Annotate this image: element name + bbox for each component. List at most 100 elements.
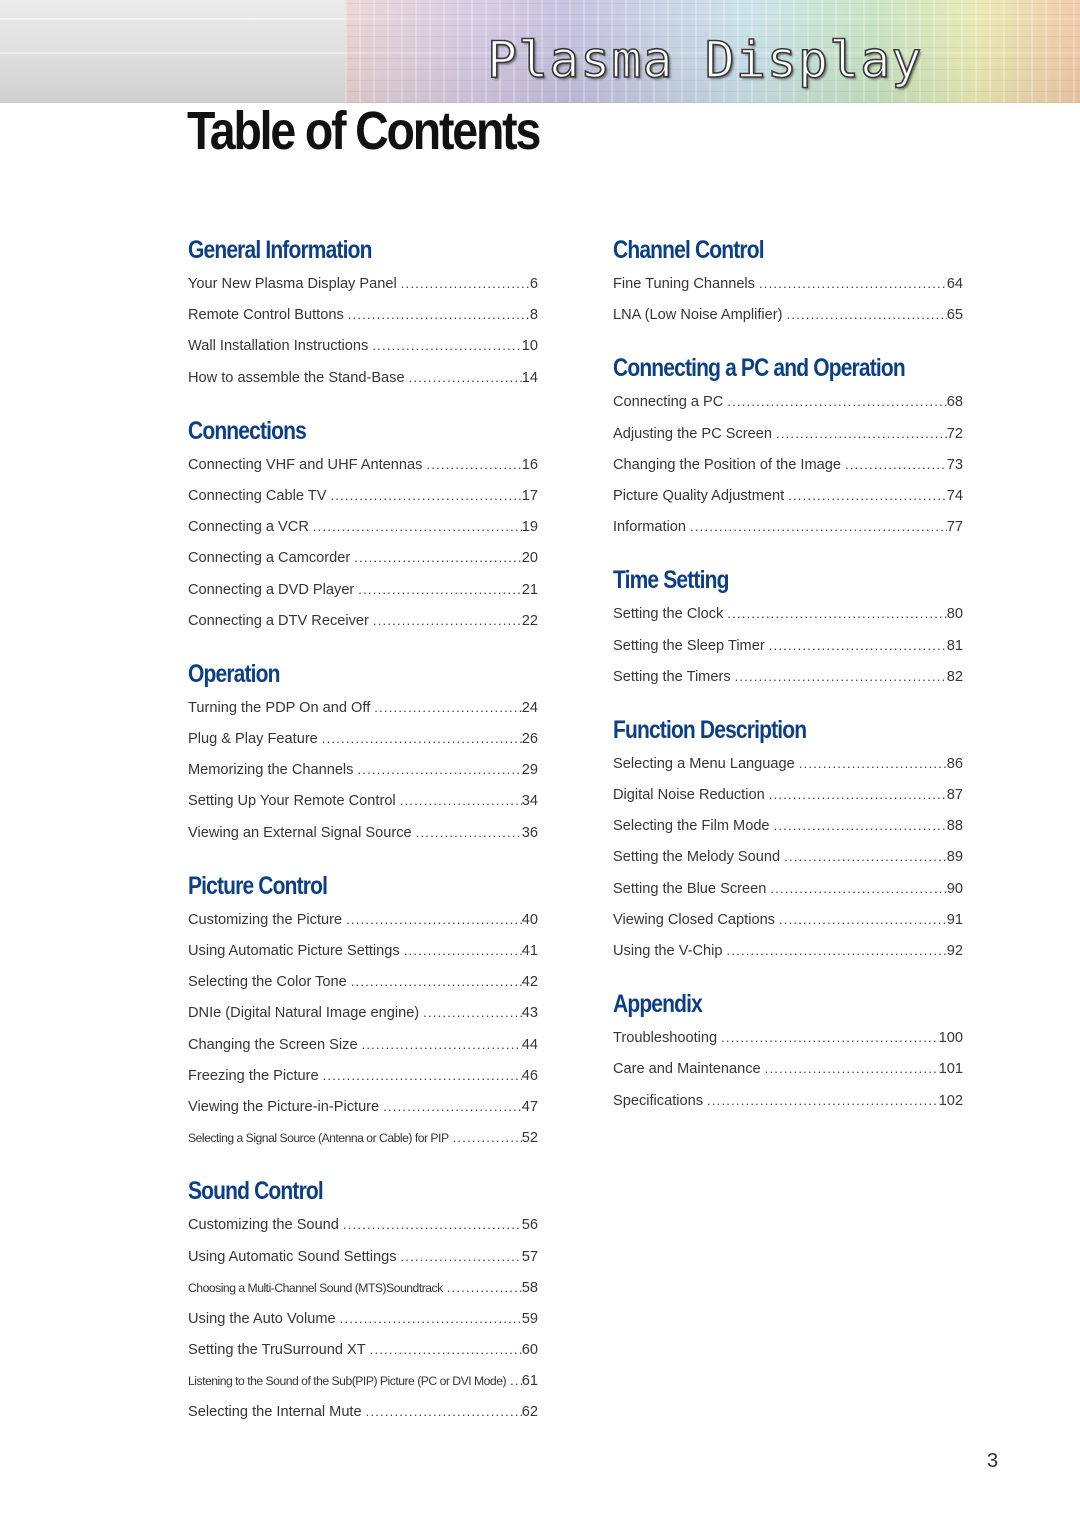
toc-entry[interactable]: Connecting a DTV Receiver 22 bbox=[188, 605, 538, 636]
toc-entry[interactable]: Setting Up Your Remote Control 34 bbox=[188, 785, 538, 816]
toc-entry[interactable]: Using the V-Chip 92 bbox=[613, 935, 963, 966]
toc-entry[interactable]: Listening to the Sound of the Sub(PIP) P… bbox=[188, 1365, 538, 1396]
toc-entry-label: Adjusting the PC Screen bbox=[613, 425, 772, 442]
toc-entry-page: 88 bbox=[946, 818, 963, 835]
toc-entry[interactable]: Customizing the Sound 56 bbox=[188, 1209, 538, 1240]
toc-entry-page: 102 bbox=[938, 1092, 963, 1109]
toc-entry[interactable]: Setting the Timers 82 bbox=[613, 661, 963, 692]
dot-leader bbox=[423, 997, 522, 1028]
toc-entry-label: Troubleshooting bbox=[613, 1030, 718, 1047]
dot-leader bbox=[776, 418, 947, 449]
toc-entry[interactable]: DNIe (Digital Natural Image engine) 43 bbox=[188, 997, 538, 1028]
toc-entry[interactable]: Selecting a Signal Source (Antenna or Ca… bbox=[188, 1122, 538, 1153]
toc-entry-label: How to assemble the Stand-Base bbox=[188, 369, 405, 386]
dot-leader bbox=[409, 362, 522, 393]
toc-entry[interactable]: Plug & Play Feature 26 bbox=[188, 723, 538, 754]
dot-leader bbox=[769, 630, 947, 661]
toc-entry[interactable]: Connecting a VCR 19 bbox=[188, 511, 538, 542]
toc-entry[interactable]: Viewing Closed Captions 91 bbox=[613, 904, 963, 935]
toc-entry-label: Connecting a VCR bbox=[188, 519, 309, 536]
toc-entry-label: Using the V-Chip bbox=[613, 943, 723, 959]
toc-entry[interactable]: Selecting the Color Tone 42 bbox=[188, 966, 538, 997]
toc-entry-label: Viewing an External Signal Source bbox=[188, 824, 412, 841]
toc-entry[interactable]: Changing the Position of the Image 73 bbox=[613, 449, 963, 480]
toc-section-appendix: Appendix Troubleshooting 100 Care and Maint… bbox=[613, 986, 963, 1116]
toc-entry[interactable]: Setting the Clock 80 bbox=[613, 598, 963, 629]
toc-entry[interactable]: Setting the Sleep Timer 81 bbox=[613, 630, 963, 661]
toc-entry[interactable]: Using Automatic Sound Settings 57 bbox=[188, 1241, 538, 1272]
toc-entry-label: Viewing the Picture-in-Picture bbox=[188, 1098, 380, 1115]
toc-entry-page: 17 bbox=[521, 487, 538, 504]
dot-leader bbox=[426, 449, 521, 480]
toc-entry[interactable]: Your New Plasma Display Panel 6 bbox=[188, 268, 538, 299]
toc-entry[interactable]: Selecting the Film Mode 88 bbox=[613, 810, 963, 841]
toc-entry-page: 90 bbox=[946, 880, 963, 897]
toc-entry-page: 6 bbox=[529, 276, 538, 292]
toc-entry[interactable]: Care and Maintenance 101 bbox=[613, 1053, 963, 1084]
section-heading: Sound Control bbox=[188, 1177, 324, 1206]
toc-entry[interactable]: Information 77 bbox=[613, 511, 963, 542]
toc-section-general-information: General Information Your New Plasma Displ… bbox=[188, 232, 538, 393]
toc-entry-page: 43 bbox=[521, 1005, 538, 1022]
toc-section-sound-control: Sound Control Customizing the Sound 56 Usin… bbox=[188, 1173, 538, 1427]
toc-entry-label: Care and Maintenance bbox=[613, 1061, 761, 1078]
toc-entry[interactable]: Freezing the Picture 46 bbox=[188, 1060, 538, 1091]
toc-entry-page: 58 bbox=[521, 1279, 538, 1296]
toc-column-right: Channel Control Fine Tuning Channels 64 LNA… bbox=[613, 232, 963, 1116]
toc-entry-label: Turning the PDP On and Off bbox=[188, 699, 371, 716]
toc-entry[interactable]: Specifications 102 bbox=[613, 1085, 963, 1116]
toc-entry[interactable]: Digital Noise Reduction 87 bbox=[613, 779, 963, 810]
toc-entry[interactable]: Connecting VHF and UHF Antennas 16 bbox=[188, 449, 538, 480]
dot-leader bbox=[358, 574, 521, 605]
toc-entry-label: Listening to the Sound of the Sub(PIP) P… bbox=[188, 1374, 507, 1389]
toc-entry[interactable]: Connecting a DVD Player 21 bbox=[188, 574, 538, 605]
toc-entry-label: Using Automatic Sound Settings bbox=[188, 1248, 397, 1265]
toc-entry-page: 14 bbox=[521, 369, 538, 386]
toc-entry-page: 41 bbox=[521, 943, 538, 959]
toc-entry-page: 42 bbox=[521, 974, 538, 991]
toc-entry[interactable]: Remote Control Buttons 8 bbox=[188, 299, 538, 330]
toc-entry[interactable]: Memorizing the Channels 29 bbox=[188, 754, 538, 785]
toc-entry[interactable]: Adjusting the PC Screen 72 bbox=[613, 418, 963, 449]
toc-entry[interactable]: LNA (Low Noise Amplifier) 65 bbox=[613, 299, 963, 330]
toc-section-channel-control: Channel Control Fine Tuning Channels 64 LNA… bbox=[613, 232, 963, 330]
toc-entry-page: 19 bbox=[521, 519, 538, 536]
toc-entry[interactable]: Connecting Cable TV 17 bbox=[188, 480, 538, 511]
toc-entry[interactable]: Fine Tuning Channels 64 bbox=[613, 268, 963, 299]
toc-entry-label: Wall Installation Instructions bbox=[188, 338, 369, 355]
toc-entry-page: 40 bbox=[521, 911, 538, 928]
toc-entry-label: Connecting a DTV Receiver bbox=[188, 612, 369, 629]
section-heading: Connecting a PC and Operation bbox=[613, 354, 906, 383]
toc-entry[interactable]: Connecting a Camcorder 20 bbox=[188, 542, 538, 573]
toc-entry[interactable]: Wall Installation Instructions 10 bbox=[188, 330, 538, 361]
dot-leader bbox=[370, 1334, 522, 1365]
toc-entry[interactable]: Using the Auto Volume 59 bbox=[188, 1303, 538, 1334]
toc-entry[interactable]: Viewing the Picture-in-Picture 47 bbox=[188, 1091, 538, 1122]
dot-leader bbox=[727, 598, 946, 629]
toc-entry[interactable]: Turning the PDP On and Off 24 bbox=[188, 692, 538, 723]
dot-leader bbox=[727, 935, 947, 966]
toc-entry[interactable]: Setting the Blue Screen 90 bbox=[613, 873, 963, 904]
toc-entry[interactable]: Troubleshooting 100 bbox=[613, 1022, 963, 1053]
toc-entry[interactable]: Setting the Melody Sound 89 bbox=[613, 841, 963, 872]
toc-section-picture-control: Picture Control Customizing the Picture 40… bbox=[188, 868, 538, 1154]
dot-leader bbox=[788, 480, 947, 511]
dot-leader bbox=[357, 754, 521, 785]
toc-entry[interactable]: Connecting a PC 68 bbox=[613, 386, 963, 417]
toc-entry[interactable]: Changing the Screen Size 44 bbox=[188, 1029, 538, 1060]
toc-entry-page: 59 bbox=[521, 1310, 538, 1327]
toc-entry[interactable]: Choosing a Multi-Channel Sound (MTS)Soun… bbox=[188, 1272, 538, 1303]
toc-entry[interactable]: Customizing the Picture 40 bbox=[188, 904, 538, 935]
toc-entry[interactable]: Selecting the Internal Mute 62 bbox=[188, 1396, 538, 1427]
toc-entry[interactable]: How to assemble the Stand-Base 14 bbox=[188, 362, 538, 393]
toc-entry-page: 86 bbox=[946, 755, 963, 772]
dot-leader bbox=[330, 480, 521, 511]
dot-leader bbox=[400, 785, 522, 816]
toc-entry[interactable]: Picture Quality Adjustment 74 bbox=[613, 480, 963, 511]
dot-leader bbox=[765, 1053, 939, 1084]
toc-entry[interactable]: Selecting a Menu Language 86 bbox=[613, 748, 963, 779]
toc-entry[interactable]: Using Automatic Picture Settings 41 bbox=[188, 935, 538, 966]
toc-entry-label: Viewing Closed Captions bbox=[613, 911, 775, 928]
toc-entry[interactable]: Viewing an External Signal Source 36 bbox=[188, 817, 538, 848]
toc-entry[interactable]: Setting the TruSurround XT 60 bbox=[188, 1334, 538, 1365]
